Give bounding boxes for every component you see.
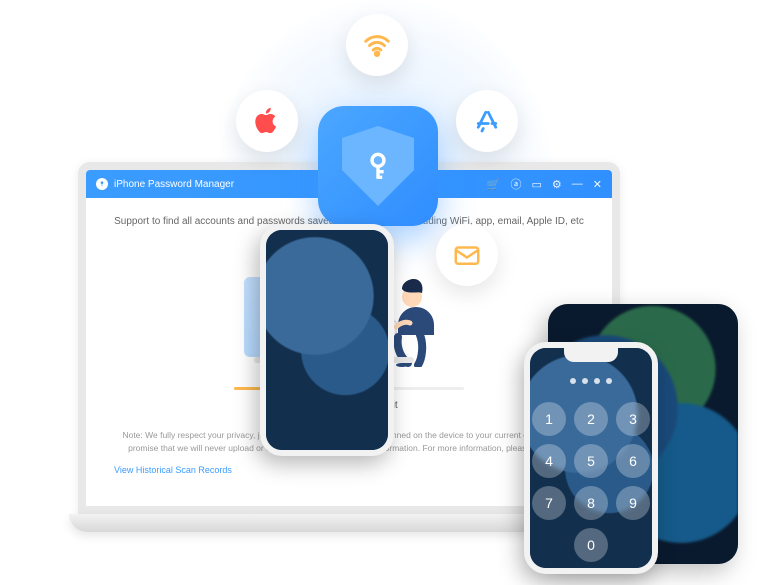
hero-app-icon	[318, 106, 438, 226]
keypad-key[interactable]: 2	[574, 402, 608, 436]
appstore-icon	[456, 90, 518, 152]
phone-icon	[260, 224, 394, 456]
keypad-key[interactable]: 9	[616, 486, 650, 520]
gear-icon[interactable]: ⚙	[552, 178, 562, 191]
key-icon	[361, 149, 395, 183]
keypad-key[interactable]: 6	[616, 444, 650, 478]
app-logo-icon	[96, 178, 108, 190]
wifi-icon	[346, 14, 408, 76]
cart-icon[interactable]: 🛒	[487, 178, 501, 191]
user-icon[interactable]: ⓐ	[511, 176, 522, 192]
minimize-icon[interactable]: —	[572, 178, 583, 190]
keypad-key[interactable]: 4	[532, 444, 566, 478]
titlebar-controls: 🛒 ⓐ ▭ ⚙ — ✕	[487, 176, 602, 192]
passcode-dots	[570, 378, 612, 384]
keypad-key[interactable]: 7	[532, 486, 566, 520]
view-history-link[interactable]: View Historical Scan Records	[114, 465, 232, 475]
shield-icon	[342, 126, 414, 206]
keypad-key[interactable]: 8	[574, 486, 608, 520]
mail-icon	[436, 224, 498, 286]
phone-notch	[564, 348, 618, 362]
message-icon[interactable]: ▭	[532, 178, 542, 191]
apple-logo-icon	[236, 90, 298, 152]
app-title: iPhone Password Manager	[114, 179, 234, 190]
keypad-key[interactable]: 0	[574, 528, 608, 562]
keypad: 1 2 3 4 5 6 7 8 9 0	[532, 402, 650, 562]
keypad-key[interactable]: 5	[574, 444, 608, 478]
keypad-key[interactable]: 3	[616, 402, 650, 436]
phone-mockup: 1 2 3 4 5 6 7 8 9 0	[524, 342, 658, 574]
close-icon[interactable]: ✕	[593, 178, 602, 191]
keypad-key[interactable]: 1	[532, 402, 566, 436]
